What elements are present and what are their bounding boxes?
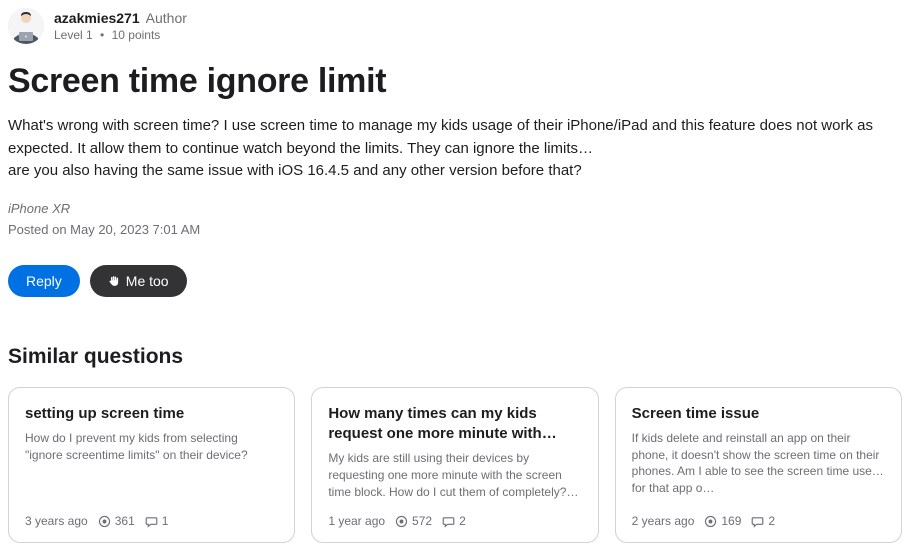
card-age: 3 years ago	[25, 514, 88, 528]
card-replies: 1	[145, 514, 169, 528]
card-title: How many times can my kids request one m…	[328, 404, 581, 445]
similar-questions-heading: Similar questions	[8, 345, 902, 369]
author-name-link[interactable]: azakmies271	[54, 10, 140, 26]
hand-icon	[108, 275, 120, 287]
card-snippet: How do I prevent my kids from selecting …	[25, 430, 278, 501]
device-label: iPhone XR	[8, 201, 902, 216]
comment-icon	[751, 515, 764, 528]
post-body: What's wrong with screen time? I use scr…	[8, 115, 888, 183]
card-views: 361	[98, 514, 135, 528]
separator-dot: •	[100, 28, 104, 42]
card-snippet: My kids are still using their devices by…	[328, 450, 581, 500]
me-too-button[interactable]: Me too	[90, 265, 187, 297]
posted-date: Posted on May 20, 2023 7:01 AM	[8, 222, 902, 237]
author-badge: Author	[146, 10, 187, 26]
author-points: 10 points	[112, 28, 161, 42]
card-snippet: If kids delete and reinstall an app on t…	[632, 430, 885, 501]
card-views: 572	[395, 514, 432, 528]
similar-question-card[interactable]: Screen time issue If kids delete and rein…	[615, 387, 902, 544]
card-meta: 1 year ago 572 2	[328, 514, 581, 528]
card-replies: 2	[751, 514, 775, 528]
post-body-line2: are you also having the same issue with …	[8, 162, 582, 179]
eye-icon	[395, 515, 408, 528]
reply-button[interactable]: Reply	[8, 265, 80, 297]
card-age: 2 years ago	[632, 514, 695, 528]
avatar[interactable]	[8, 8, 44, 44]
page-title: Screen time ignore limit	[8, 62, 902, 101]
comment-icon	[145, 515, 158, 528]
post-body-line1: What's wrong with screen time? I use scr…	[8, 117, 873, 157]
similar-question-card[interactable]: setting up screen time How do I prevent m…	[8, 387, 295, 544]
card-title: Screen time issue	[632, 404, 885, 424]
card-meta: 2 years ago 169 2	[632, 514, 885, 528]
author-meta: azakmies271 Author Level 1 • 10 points	[54, 10, 187, 42]
card-meta: 3 years ago 361 1	[25, 514, 278, 528]
author-level: Level 1	[54, 28, 93, 42]
me-too-label: Me too	[126, 273, 169, 289]
eye-icon	[704, 515, 717, 528]
card-views: 169	[704, 514, 741, 528]
eye-icon	[98, 515, 111, 528]
card-age: 1 year ago	[328, 514, 385, 528]
card-title: setting up screen time	[25, 404, 278, 424]
card-replies: 2	[442, 514, 466, 528]
similar-question-card[interactable]: How many times can my kids request one m…	[311, 387, 598, 544]
comment-icon	[442, 515, 455, 528]
